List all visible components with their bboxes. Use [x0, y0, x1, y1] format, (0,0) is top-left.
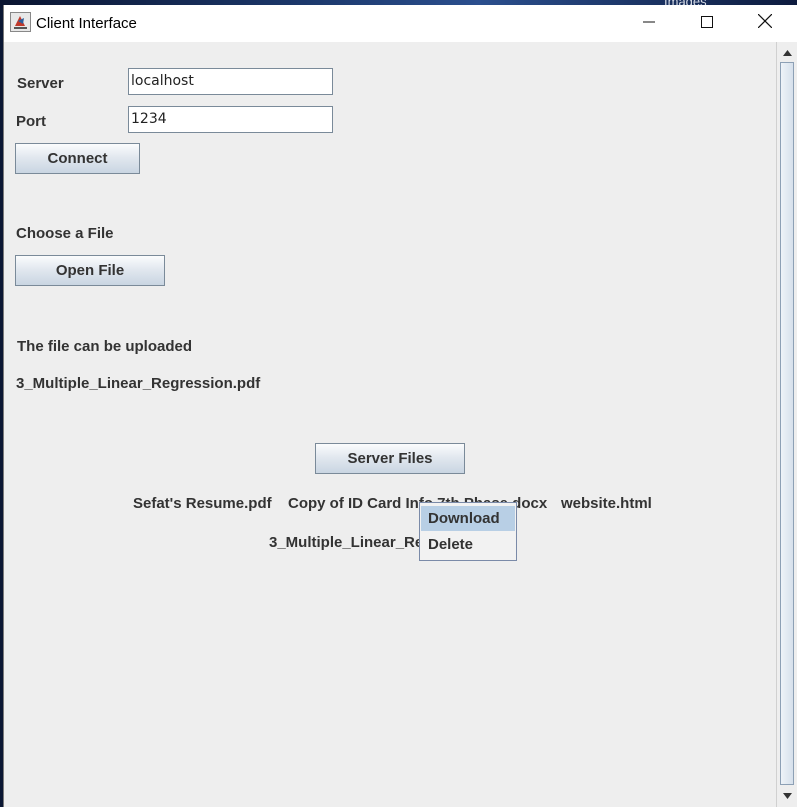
server-file-item[interactable]: website.html	[561, 495, 652, 512]
upload-status-text: The file can be uploaded	[17, 338, 193, 355]
choose-file-label: Choose a File	[16, 225, 114, 242]
close-button[interactable]	[736, 5, 794, 42]
selected-file-name: 3_Multiple_Linear_Regression.pdf	[16, 375, 261, 392]
menu-item-download[interactable]: Download	[421, 506, 515, 531]
window-title: Client Interface	[36, 15, 137, 32]
scroll-up-button[interactable]	[777, 44, 797, 62]
server-file-item[interactable]: Sefat's Resume.pdf	[133, 495, 272, 512]
maximize-button[interactable]	[678, 5, 736, 42]
arrow-up-icon	[782, 48, 792, 59]
close-icon	[757, 13, 773, 33]
arrow-down-icon	[782, 791, 792, 802]
vertical-scrollbar[interactable]	[776, 42, 797, 807]
server-files-button[interactable]: Server Files	[315, 443, 465, 474]
content-panel: Server localhost Port 1234 Connect Choos…	[4, 42, 776, 807]
menu-item-delete[interactable]: Delete	[421, 532, 515, 557]
java-cup-icon	[10, 12, 31, 32]
server-input[interactable]: localhost	[128, 68, 333, 95]
connect-button[interactable]: Connect	[15, 143, 140, 174]
maximize-icon	[701, 15, 713, 33]
port-input[interactable]: 1234	[128, 106, 333, 133]
scroll-down-button[interactable]	[777, 787, 797, 805]
server-label: Server	[17, 75, 64, 92]
minimize-button[interactable]	[620, 5, 678, 42]
title-bar[interactable]: Client Interface	[4, 5, 797, 42]
minimize-icon	[643, 15, 655, 33]
open-file-button[interactable]: Open File	[15, 255, 165, 286]
client-window: Client Interface Server localhost Port 1…	[3, 5, 797, 807]
port-label: Port	[16, 113, 46, 130]
scroll-thumb[interactable]	[780, 62, 794, 785]
file-context-menu: Download Delete	[419, 502, 517, 561]
